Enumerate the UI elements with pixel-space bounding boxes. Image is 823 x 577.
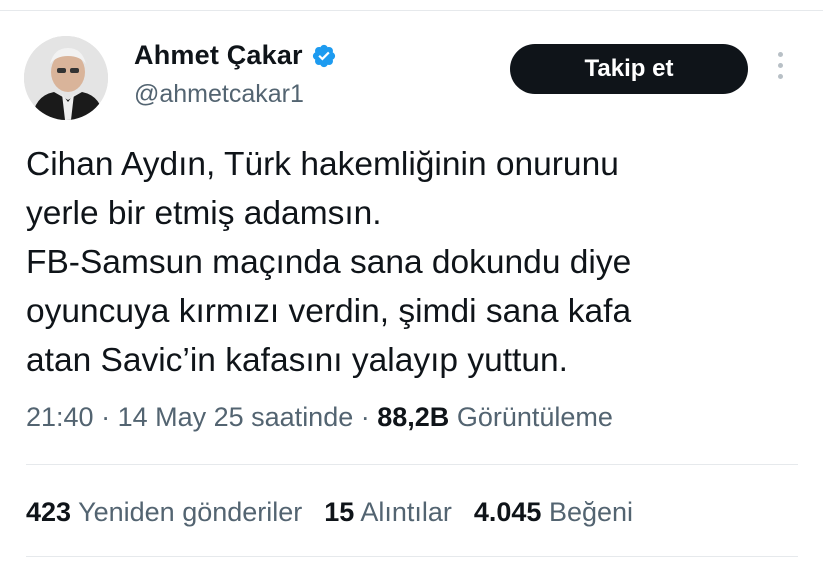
more-dot	[777, 74, 783, 79]
avatar-image	[24, 36, 108, 120]
tweet-line: FB-Samsun maçında sana dokundu diye	[26, 244, 632, 281]
reposts-count: 423	[26, 497, 72, 527]
divider	[26, 556, 798, 557]
author-display-name[interactable]: Ahmet Çakar	[134, 40, 303, 71]
author-name-row: Ahmet Çakar	[134, 40, 337, 71]
avatar[interactable]	[24, 36, 108, 120]
reposts-stat[interactable]: 423 Yeniden gönderiler	[26, 497, 302, 527]
quotes-stat[interactable]: 15 Alıntılar	[324, 497, 452, 527]
more-vertical-icon[interactable]	[770, 52, 790, 88]
tweet-text: Cihan Aydın, Türk hakemliğinin onurunu y…	[26, 140, 806, 385]
likes-label: Beğeni	[548, 497, 634, 527]
tweet-line: atan Savic’in kafasını yalayıp yuttun.	[26, 342, 568, 379]
more-dot	[777, 52, 783, 57]
meta-separator: ·	[353, 402, 378, 432]
verified-badge-icon[interactable]	[311, 43, 337, 69]
views-count: 88,2B	[377, 402, 450, 432]
follow-button[interactable]: Takip et	[510, 44, 748, 94]
tweet-line: Cihan Aydın, Türk hakemliğinin onurunu	[26, 146, 619, 183]
likes-count: 4.045	[473, 497, 542, 527]
tweet-meta: 21:40 · 14 May 25 saatinde · 88,2B Görün…	[26, 402, 613, 433]
divider	[26, 464, 798, 465]
quotes-label: Alıntılar	[360, 497, 452, 527]
reposts-label: Yeniden gönderiler	[78, 497, 303, 527]
tweet-line: oyuncuya kırmızı verdin, şimdi sana kafa	[26, 293, 632, 330]
tweet-date[interactable]: 14 May 25 saatinde	[118, 402, 354, 432]
top-divider	[0, 10, 823, 11]
more-dot	[777, 63, 783, 68]
quotes-count: 15	[324, 497, 355, 527]
tweet-stats: 423 Yeniden gönderiler 15 Alıntılar 4.045 …	[26, 497, 633, 528]
tweet-time[interactable]: 21:40	[26, 402, 94, 432]
likes-stat[interactable]: 4.045 Beğeni	[474, 497, 633, 527]
author-handle[interactable]: @ahmetcakar1	[134, 80, 304, 109]
meta-separator: ·	[93, 402, 118, 432]
tweet-line: yerle bir etmiş adamsın.	[26, 195, 382, 232]
views-label: Görüntüleme	[456, 402, 613, 432]
